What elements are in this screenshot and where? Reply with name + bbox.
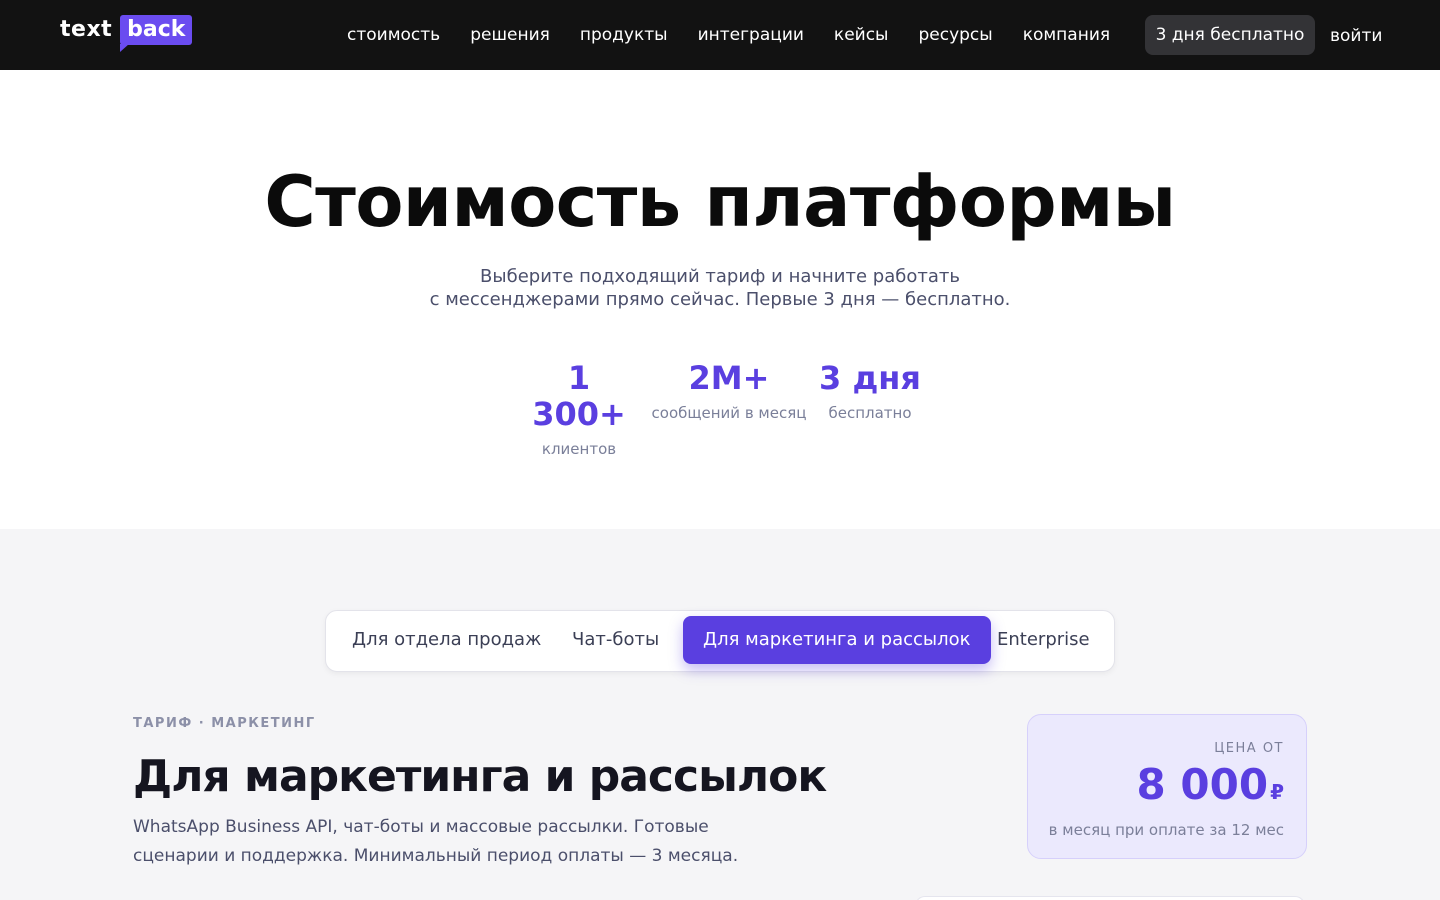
tab-enterprise[interactable]: Enterprise — [977, 616, 1110, 664]
price-label: ЦЕНА ОТ — [1214, 741, 1284, 756]
nav-item-company[interactable]: компания — [1023, 22, 1110, 48]
stat-value: 1 300+ — [532, 359, 626, 433]
top-navigation-bar: text back стоимость решения продукты инт… — [0, 0, 1440, 70]
nav-item-products[interactable]: продукты — [580, 22, 668, 48]
stat-messages: 2M+ сообщений в месяц — [650, 360, 808, 423]
main-nav: стоимость решения продукты интеграции ке… — [347, 22, 1140, 48]
nav-item-integrations[interactable]: интеграции — [698, 22, 804, 48]
price-note: в месяц при оплате за 12 мес — [1048, 821, 1284, 839]
stat-label: клиентов — [541, 440, 617, 458]
page-title: Стоимость платформы — [264, 161, 1176, 243]
nav-item-cases[interactable]: кейсы — [834, 22, 889, 48]
plan-description: WhatsApp Business API, чат-боты и массов… — [133, 817, 739, 866]
textback-logo[interactable]: text back — [60, 15, 193, 55]
logo-highlight: back — [120, 15, 193, 52]
stat-label: сообщений в месяц — [651, 404, 807, 422]
price-card: ЦЕНА ОТ 8 000 ₽ в месяц при оплате за 12 … — [1027, 714, 1307, 859]
price-amount: 8 000 — [1136, 760, 1269, 809]
login-link[interactable]: войти — [1330, 23, 1382, 49]
tab-marketing[interactable]: Для маркетинга и рассылок — [683, 616, 991, 664]
stat-free-days: 3 дня бесплатно — [818, 360, 922, 423]
nav-item-resources[interactable]: ресурсы — [918, 22, 992, 48]
stat-value: 2M+ — [688, 359, 770, 397]
subtitle-line-1: Выберите подходящий тариф и начните рабо… — [480, 266, 960, 287]
stat-clients: 1 300+ клиентов — [520, 360, 638, 459]
tab-sales[interactable]: Для отдела продаж — [332, 616, 561, 664]
logo-text: text — [60, 17, 113, 42]
price-value-row: 8 000 ₽ — [1028, 760, 1284, 817]
subtitle-line-2: с мессенджерами прямо сейчас. Первые 3 д… — [429, 289, 1011, 310]
next-card-edge — [915, 896, 1305, 900]
nav-item-pricing[interactable]: стоимость — [347, 22, 440, 48]
plan-tabs: Для отдела продаж Чат-боты Для маркетинг… — [325, 610, 1115, 672]
stat-label: бесплатно — [828, 404, 912, 422]
stat-value: 3 дня — [819, 359, 921, 397]
plan-kicker: ТАРИФ · МАРКЕТИНГ — [133, 716, 316, 731]
tab-chatbots[interactable]: Чат-боты — [552, 616, 679, 664]
nav-item-solutions[interactable]: решения — [470, 22, 550, 48]
plan-title: Для маркетинга и рассылок — [133, 751, 827, 802]
page-subtitle: Выберите подходящий тариф и начните рабо… — [0, 265, 1440, 311]
free-trial-button[interactable]: 3 дня бесплатно — [1145, 15, 1315, 55]
currency-symbol: ₽ — [1270, 780, 1284, 804]
